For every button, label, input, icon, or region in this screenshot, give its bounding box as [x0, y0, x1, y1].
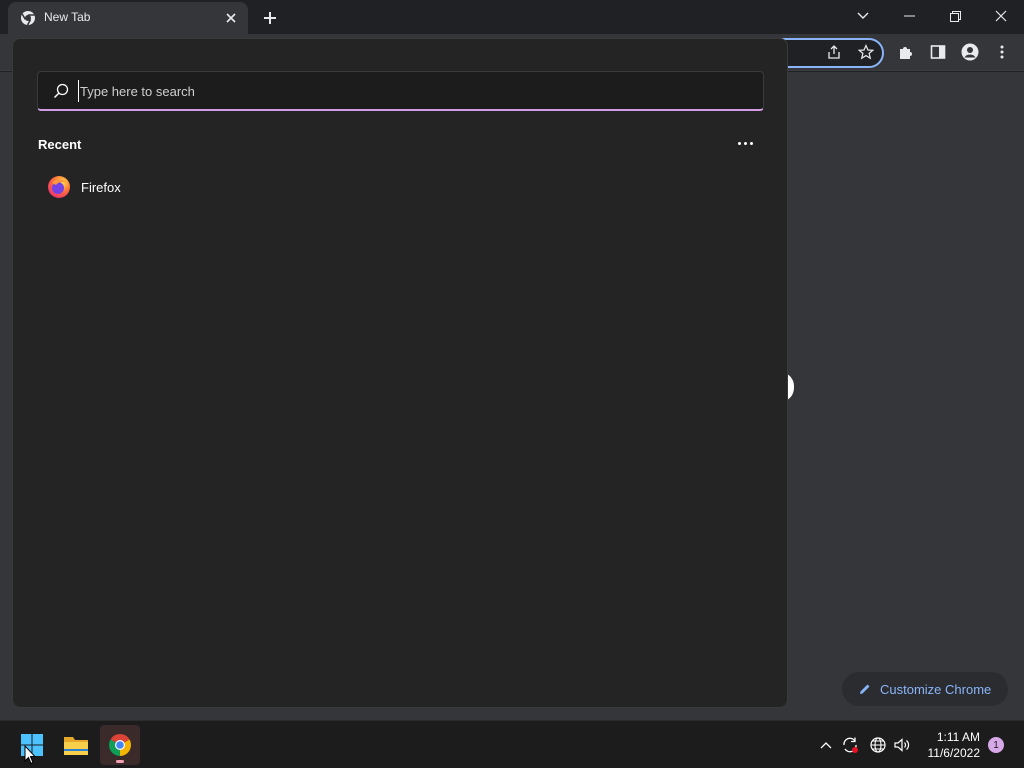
volume-speaker-icon[interactable]: [892, 735, 912, 755]
sync-alert-icon[interactable]: [840, 735, 860, 755]
start-search-box[interactable]: [37, 71, 764, 111]
tab-close-icon[interactable]: [222, 9, 240, 27]
close-window-icon[interactable]: [978, 0, 1024, 32]
chrome-tab-strip: New Tab: [0, 0, 1024, 34]
minimize-icon[interactable]: [886, 0, 932, 32]
tab-search-chevron-icon[interactable]: [840, 0, 886, 32]
clock-date: 11/6/2022: [927, 746, 981, 760]
pencil-icon: [860, 684, 870, 694]
chrome-icon: [109, 734, 131, 756]
search-input[interactable]: [78, 80, 738, 102]
chrome-taskbar-button[interactable]: [100, 725, 140, 765]
start-menu: Recent Firefox: [12, 38, 788, 708]
new-tab-plus-icon[interactable]: [258, 6, 282, 30]
share-icon[interactable]: [824, 42, 844, 62]
chrome-favicon-icon: [21, 11, 35, 26]
profile-avatar-icon[interactable]: [960, 42, 980, 62]
clock-time: 1:11 AM: [936, 730, 980, 744]
customize-chrome-label: Customize Chrome: [880, 681, 992, 697]
notification-badge[interactable]: 1: [988, 737, 1004, 753]
extensions-puzzle-icon[interactable]: [896, 42, 916, 62]
file-explorer-button[interactable]: [56, 725, 96, 765]
firefox-icon: [48, 176, 70, 198]
folder-icon: [64, 737, 88, 755]
desktop: New Tab Customize Chrome Type here to se…: [0, 0, 1024, 768]
tab-new-tab[interactable]: New Tab: [8, 2, 248, 34]
recent-item-firefox[interactable]: Firefox: [37, 169, 237, 205]
recent-heading: Recent: [38, 137, 82, 152]
taskbar: 1:11 AM 11/6/2022 1: [0, 720, 1024, 768]
restore-icon[interactable]: [932, 0, 978, 32]
search-icon: [53, 83, 69, 99]
recent-item-label: Firefox: [81, 179, 121, 195]
active-app-indicator: [116, 760, 124, 763]
mouse-cursor-icon: [24, 745, 36, 765]
bookmark-star-icon[interactable]: [856, 42, 876, 62]
side-panel-icon[interactable]: [928, 42, 948, 62]
more-options-icon[interactable]: [733, 135, 757, 151]
network-globe-icon[interactable]: [868, 735, 888, 755]
show-hidden-icons-chevron-icon[interactable]: [816, 735, 836, 755]
chrome-menu-kebab-icon[interactable]: [992, 42, 1012, 62]
tab-title: New Tab: [44, 10, 91, 24]
taskbar-clock[interactable]: 1:11 AM 11/6/2022: [918, 729, 981, 761]
customize-chrome-button[interactable]: Customize Chrome: [842, 672, 1008, 706]
